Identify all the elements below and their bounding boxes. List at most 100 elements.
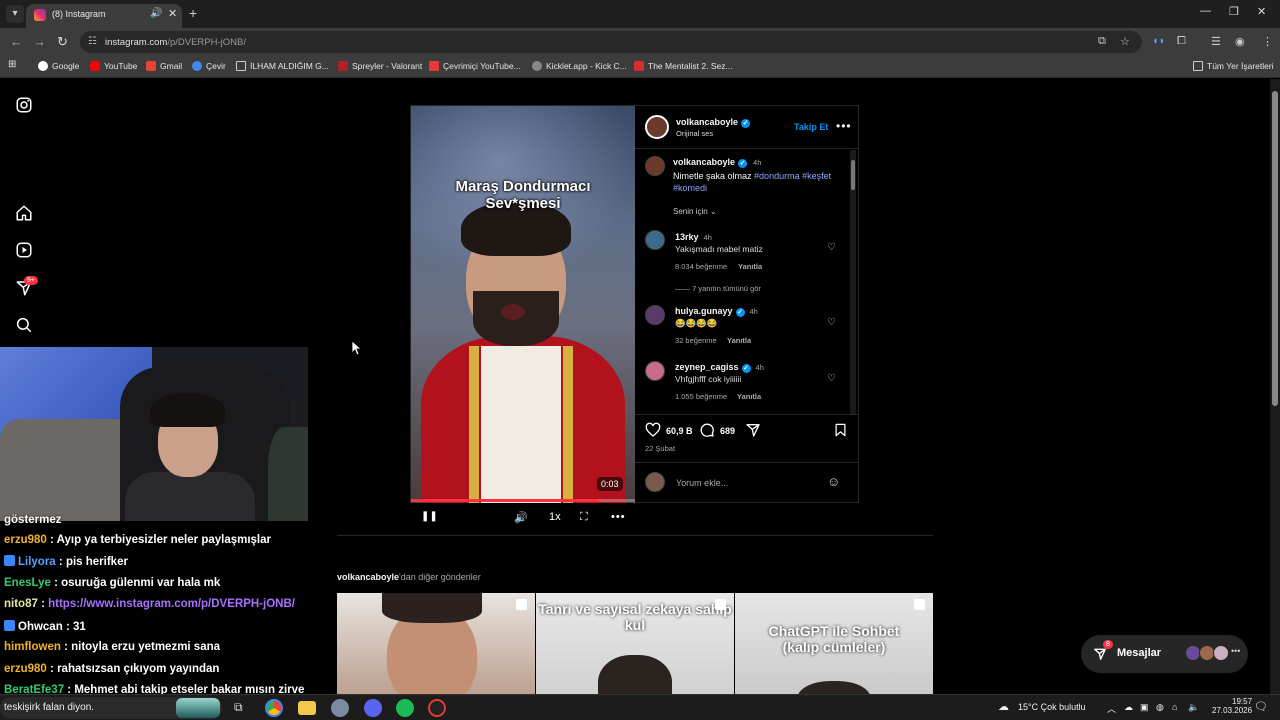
reels-icon[interactable] [15, 241, 33, 259]
messages-button[interactable]: 8 Mesajlar ••• [1081, 635, 1248, 673]
close-window-icon[interactable]: ✕ [1257, 5, 1266, 18]
spotify-icon[interactable] [396, 699, 414, 717]
like-count[interactable]: 60,9 B [666, 426, 693, 436]
task-view-icon[interactable]: ⧉ [234, 700, 243, 715]
post-thumbnail[interactable]: Tanrı ve sayısal zekaya sahip kul [536, 593, 734, 694]
share-icon[interactable] [745, 422, 761, 438]
menu-icon[interactable]: ⋮ [1262, 35, 1273, 48]
comment-avatar[interactable] [645, 230, 665, 250]
tray-app-icon[interactable]: ▣ [1140, 702, 1149, 713]
comment-user[interactable]: hulya.gunayy ✓ 4h [675, 306, 758, 317]
comment-input[interactable]: Yorum ekle... [676, 478, 728, 488]
audio-label[interactable]: Orijinal ses [676, 129, 713, 138]
comment-sort-dropdown[interactable]: Senin için ⌄ [673, 207, 717, 216]
network-icon[interactable]: ⌂ [1172, 702, 1177, 712]
comment-likes[interactable]: 32 beğenme [675, 336, 717, 345]
minimize-icon[interactable]: — [1200, 5, 1211, 17]
caption-author[interactable]: volkancaboyle ✓ 4h [673, 157, 761, 168]
bookmark-google[interactable]: Google [38, 61, 79, 71]
all-bookmarks-folder[interactable]: Tüm Yer İşaretleri [1193, 61, 1274, 71]
playback-speed-button[interactable]: 1x [549, 511, 561, 523]
speaker-icon[interactable]: 🔊 [150, 8, 162, 19]
bookmark-kicklet[interactable]: Kicklet.app - Kick C... [532, 61, 627, 71]
tab-search-button[interactable]: ▾ [6, 5, 24, 23]
video-more-icon[interactable]: ••• [611, 511, 626, 523]
comment-avatar[interactable] [645, 305, 665, 325]
view-replies-link[interactable]: —— 7 yanıtın tümünü gör [675, 284, 761, 293]
comment-count[interactable]: 689 [720, 426, 735, 436]
post-thumbnail[interactable]: ChatGPT ile Sohbet (kalıp cümleler) [735, 593, 933, 694]
like-icon[interactable] [645, 422, 661, 438]
bookmark-star-icon[interactable]: ☆ [1120, 35, 1130, 48]
apps-icon[interactable]: ⊞ [8, 59, 16, 70]
comment-icon[interactable] [699, 422, 715, 438]
page-scrollbar-thumb[interactable] [1272, 91, 1278, 406]
chat-link[interactable]: https://www.instagram.com/p/DVERPH-jONB/ [48, 598, 295, 610]
close-tab-icon[interactable]: ✕ [168, 7, 177, 20]
extensions-icon[interactable]: ⧠ [1177, 35, 1186, 48]
bookmark-youtube[interactable]: YouTube [90, 61, 137, 71]
obs-icon[interactable] [428, 699, 446, 717]
new-tab-button[interactable]: + [189, 5, 197, 21]
bookmark-gmail[interactable]: Gmail [146, 61, 182, 71]
address-bar[interactable]: ☷ instagram.com/p/DVERPH-jONB/ ⧉ ☆ [80, 31, 1142, 53]
reload-icon[interactable]: ↻ [57, 34, 68, 50]
volume-icon[interactable]: 🔊 [514, 511, 528, 524]
restore-icon[interactable]: ❐ [1229, 5, 1239, 18]
comment-like-icon[interactable]: ♡ [827, 242, 836, 253]
notifications-icon[interactable]: 🗨 [1254, 700, 1268, 713]
page-scrollbar[interactable] [1270, 79, 1280, 694]
reply-button[interactable]: Yanıtla [727, 336, 751, 345]
search-icon[interactable] [15, 316, 33, 334]
more-options-icon[interactable]: ••• [836, 119, 852, 133]
bookmark-valorant[interactable]: Spreyler - Valorant [338, 61, 422, 71]
comment-like-icon[interactable]: ♡ [827, 373, 836, 384]
hashtag-link[interactable]: #komedi [673, 183, 707, 193]
author-avatar[interactable] [645, 115, 669, 139]
bookmark-cevir[interactable]: Çevir [192, 61, 226, 71]
bookmark-cevrimici-youtube[interactable]: Çevrimiçi YouTube... [429, 61, 521, 71]
file-explorer-icon[interactable] [298, 701, 316, 715]
profile-icon[interactable]: ◉ [1235, 35, 1245, 48]
reel-video[interactable]: Maraş Dondurmacı Sev*şmesi 0:03 [411, 106, 635, 504]
weather-text[interactable]: 15°C Çok bulutlu [1018, 702, 1086, 712]
clock[interactable]: 19:57 27.03.2026 [1212, 697, 1252, 715]
comment-likes[interactable]: 8.034 beğenme [675, 262, 727, 271]
back-icon[interactable]: ← [10, 34, 23, 49]
comment-likes[interactable]: 1.055 beğenme [675, 392, 727, 401]
video-progress-bar[interactable] [411, 499, 635, 502]
comment-user[interactable]: zeynep_cagiss ✓ 4h [675, 362, 764, 373]
comments-scrollbar[interactable] [850, 150, 856, 414]
taskbar-search[interactable]: teskişirk falan diyon. [0, 697, 222, 719]
tray-chevron-icon[interactable]: ︿ [1107, 702, 1116, 715]
discord-icon[interactable] [364, 699, 382, 717]
post-thumbnail[interactable] [337, 593, 535, 694]
save-bookmark-icon[interactable] [833, 422, 848, 438]
bookmark-mentalist[interactable]: The Mentalist 2. Sez... [634, 61, 733, 71]
bookmark-folder-ilham[interactable]: İLHAM ALDIĞIM G... [236, 61, 329, 71]
tray-app-icon[interactable]: ◍ [1156, 702, 1164, 713]
author-name[interactable]: volkancaboyle ✓ [676, 117, 751, 128]
comment-avatar[interactable] [645, 361, 665, 381]
more-posts-user[interactable]: volkancaboyle [337, 572, 399, 582]
app-icon[interactable] [331, 699, 349, 717]
onedrive-icon[interactable]: ☁ [1124, 702, 1133, 713]
comment-user[interactable]: 13rky 4h [675, 232, 712, 242]
follow-button[interactable]: Takip Et [794, 122, 828, 132]
pause-icon[interactable]: ❚❚ [421, 511, 438, 522]
reply-button[interactable]: Yanıtla [738, 262, 762, 271]
forward-icon[interactable]: → [33, 34, 46, 49]
instagram-logo-icon[interactable] [15, 96, 33, 114]
emoji-icon[interactable]: ☺ [827, 474, 840, 489]
comment-like-icon[interactable]: ♡ [827, 317, 836, 328]
chrome-icon[interactable] [265, 699, 283, 717]
hashtag-link[interactable]: #dondurma [754, 171, 800, 181]
volume-tray-icon[interactable]: 🔈 [1188, 702, 1199, 713]
fullscreen-icon[interactable]: ⛶ [580, 511, 588, 524]
reading-list-icon[interactable]: ☰ [1211, 35, 1221, 48]
extension-audio-icon[interactable]: ◖◗ [1152, 35, 1165, 47]
active-tab[interactable]: (8) Instagram 🔊 ✕ [26, 4, 182, 28]
weather-icon[interactable]: ☁ [998, 700, 1009, 713]
home-icon[interactable] [15, 204, 33, 222]
site-info-icon[interactable]: ☷ [88, 36, 97, 47]
